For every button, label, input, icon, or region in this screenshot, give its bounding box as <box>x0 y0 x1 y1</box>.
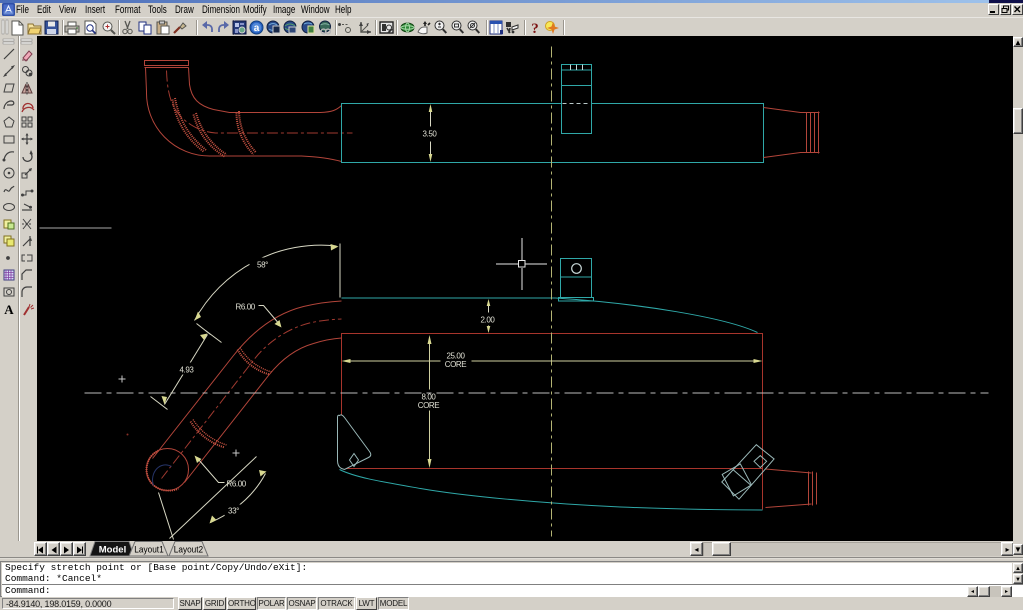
svg-text:4.93: 4.93 <box>180 366 195 375</box>
svg-text:Model: Model <box>99 545 126 556</box>
svg-text:R6.00: R6.00 <box>227 480 247 489</box>
svg-text:2.00: 2.00 <box>481 316 496 325</box>
svg-text:CORE: CORE <box>418 401 440 410</box>
svg-text:R6.00: R6.00 <box>236 303 256 312</box>
svg-text:CORE: CORE <box>445 360 467 369</box>
svg-text:Layout1: Layout1 <box>134 544 164 554</box>
svg-text:58°: 58° <box>257 261 268 270</box>
svg-text:33°: 33° <box>228 507 239 516</box>
svg-text:a: a <box>254 23 260 34</box>
svg-text:A: A <box>4 302 14 317</box>
svg-text:Layout2: Layout2 <box>174 544 204 554</box>
svg-text:3.50: 3.50 <box>423 130 438 139</box>
svg-text:?: ? <box>531 21 539 37</box>
